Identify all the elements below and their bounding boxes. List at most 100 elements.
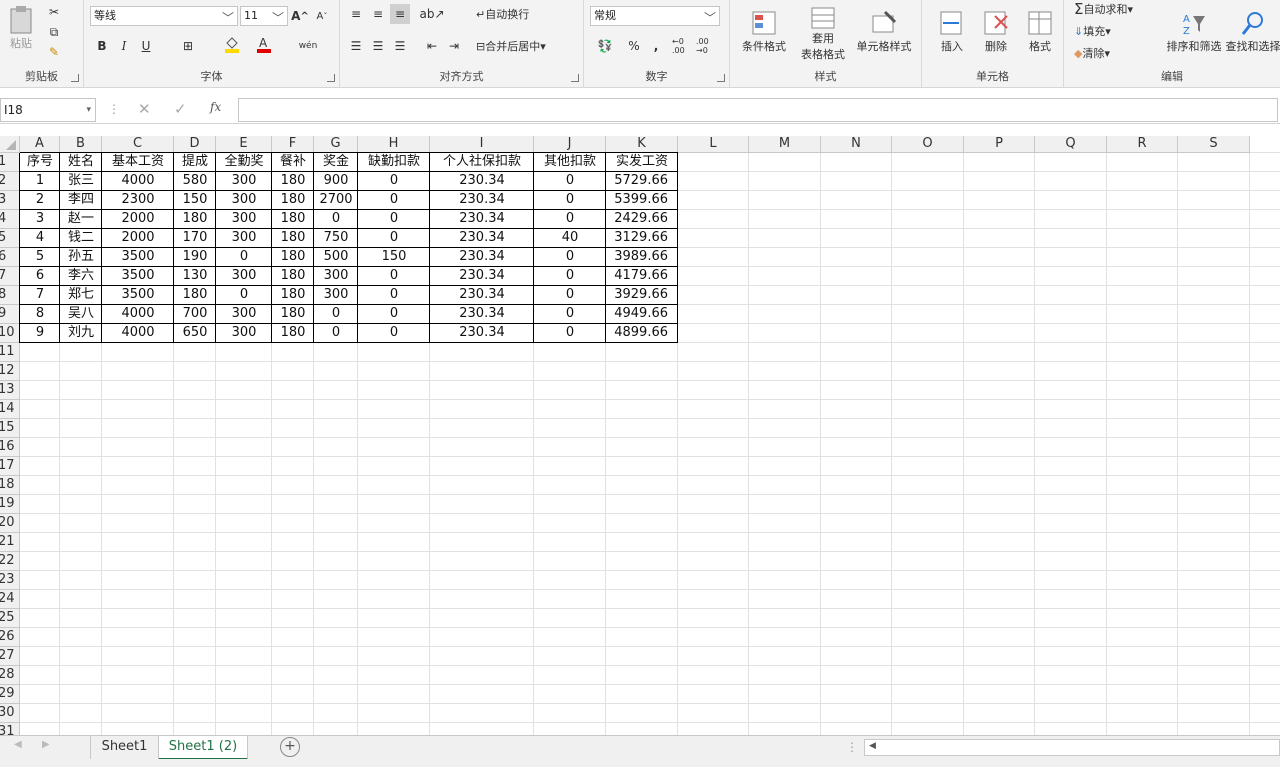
table-cell[interactable]: 180: [174, 210, 216, 229]
table-cell[interactable]: 6: [20, 267, 60, 286]
grow-font-button[interactable]: A ^: [290, 6, 310, 26]
table-header-cell[interactable]: 基本工资: [102, 153, 174, 172]
font-size-combo[interactable]: 11 ﹀: [240, 6, 288, 26]
insert-button[interactable]: 插入: [930, 2, 974, 62]
table-cell[interactable]: 180: [272, 229, 314, 248]
table-cell[interactable]: 300: [314, 267, 358, 286]
row-header[interactable]: 18: [0, 476, 20, 495]
table-cell[interactable]: 170: [174, 229, 216, 248]
number-launcher[interactable]: [717, 74, 725, 82]
table-cell[interactable]: 150: [358, 248, 430, 267]
row-header[interactable]: 11: [0, 343, 20, 362]
row-header[interactable]: 14: [0, 400, 20, 419]
cell-styles-button[interactable]: 单元格样式: [852, 2, 916, 62]
table-cell[interactable]: 180: [272, 210, 314, 229]
table-cell[interactable]: 4899.66: [606, 324, 678, 343]
table-cell[interactable]: 8: [20, 305, 60, 324]
table-cell[interactable]: 吴八: [60, 305, 102, 324]
horizontal-scrollbar[interactable]: ◀: [864, 739, 1280, 756]
table-cell[interactable]: 0: [216, 248, 272, 267]
column-header[interactable]: B: [60, 136, 102, 153]
table-cell[interactable]: 130: [174, 267, 216, 286]
table-header-cell[interactable]: 其他扣款: [534, 153, 606, 172]
column-header[interactable]: P: [964, 136, 1035, 153]
row-header[interactable]: 26: [0, 628, 20, 647]
table-cell[interactable]: 张三: [60, 172, 102, 191]
column-header[interactable]: G: [314, 136, 358, 153]
row-header[interactable]: 17: [0, 457, 20, 476]
table-cell[interactable]: 3929.66: [606, 286, 678, 305]
row-header[interactable]: 25: [0, 609, 20, 628]
row-header[interactable]: 7: [0, 267, 20, 286]
select-all-button[interactable]: [0, 136, 20, 153]
column-header[interactable]: R: [1107, 136, 1178, 153]
table-cell[interactable]: 2: [20, 191, 60, 210]
table-cell[interactable]: 4949.66: [606, 305, 678, 324]
row-header[interactable]: 19: [0, 495, 20, 514]
scroll-right-icon[interactable]: ▶: [42, 739, 50, 750]
column-header[interactable]: O: [892, 136, 964, 153]
table-cell[interactable]: 4000: [102, 324, 174, 343]
table-cell[interactable]: 3989.66: [606, 248, 678, 267]
table-header-cell[interactable]: 餐补: [272, 153, 314, 172]
clipboard-launcher[interactable]: [71, 74, 79, 82]
cancel-icon[interactable]: ✕: [138, 100, 151, 118]
shrink-font-button[interactable]: Aˇ: [312, 6, 332, 26]
format-cells-button[interactable]: 格式: [1018, 2, 1062, 62]
column-header[interactable]: S: [1178, 136, 1250, 153]
table-cell[interactable]: 4179.66: [606, 267, 678, 286]
align-bottom-icon[interactable]: ≡: [390, 4, 410, 24]
scroll-left-arrow-icon[interactable]: ◀: [869, 741, 876, 751]
row-header[interactable]: 24: [0, 590, 20, 609]
table-header-cell[interactable]: 缺勤扣款: [358, 153, 430, 172]
format-painter-icon[interactable]: ✎: [44, 42, 64, 62]
table-cell[interactable]: 180: [272, 248, 314, 267]
table-cell[interactable]: 150: [174, 191, 216, 210]
merge-center-button[interactable]: ⊟ 合并后居中 ▾: [476, 36, 546, 56]
row-header[interactable]: 28: [0, 666, 20, 685]
table-cell[interactable]: 2700: [314, 191, 358, 210]
table-cell[interactable]: 300: [216, 229, 272, 248]
comma-button[interactable]: ,: [646, 36, 666, 56]
enter-icon[interactable]: ✓: [174, 100, 187, 118]
row-header[interactable]: 3: [0, 191, 20, 210]
clear-button[interactable]: ◆ 清除 ▾: [1074, 44, 1110, 62]
row-header[interactable]: 8: [0, 286, 20, 305]
table-cell[interactable]: 0: [534, 324, 606, 343]
table-cell[interactable]: 钱二: [60, 229, 102, 248]
table-cell[interactable]: 3500: [102, 267, 174, 286]
table-header-cell[interactable]: 全勤奖: [216, 153, 272, 172]
table-cell[interactable]: 500: [314, 248, 358, 267]
table-cell[interactable]: 7: [20, 286, 60, 305]
table-cell[interactable]: 刘九: [60, 324, 102, 343]
font-name-combo[interactable]: 等线 ﹀: [90, 6, 238, 26]
table-cell[interactable]: 230.34: [430, 229, 534, 248]
table-cell[interactable]: 0: [534, 191, 606, 210]
scroll-left-icon[interactable]: ◀: [14, 739, 22, 750]
column-header[interactable]: C: [102, 136, 174, 153]
table-cell[interactable]: 0: [314, 305, 358, 324]
row-header[interactable]: 12: [0, 362, 20, 381]
table-cell[interactable]: 0: [358, 324, 430, 343]
table-cell[interactable]: 180: [272, 286, 314, 305]
table-cell[interactable]: 180: [272, 191, 314, 210]
copy-icon[interactable]: ⧉: [44, 22, 64, 42]
percent-button[interactable]: %: [624, 36, 644, 56]
table-cell[interactable]: 0: [358, 305, 430, 324]
table-cell[interactable]: 0: [534, 286, 606, 305]
table-cell[interactable]: 230.34: [430, 191, 534, 210]
table-cell[interactable]: 0: [358, 229, 430, 248]
row-header[interactable]: 9: [0, 305, 20, 324]
table-cell[interactable]: 3: [20, 210, 60, 229]
table-cell[interactable]: 0: [534, 172, 606, 191]
table-cell[interactable]: 4000: [102, 305, 174, 324]
align-middle-icon[interactable]: ≡: [368, 4, 388, 24]
table-cell[interactable]: 0: [534, 210, 606, 229]
name-box[interactable]: I18 ▾: [0, 98, 96, 122]
fill-button[interactable]: ⇓ 填充 ▾: [1074, 22, 1111, 40]
table-cell[interactable]: 0: [534, 248, 606, 267]
row-header[interactable]: 1: [0, 153, 20, 172]
column-header[interactable]: N: [821, 136, 892, 153]
table-cell[interactable]: 3500: [102, 286, 174, 305]
row-header[interactable]: 21: [0, 533, 20, 552]
